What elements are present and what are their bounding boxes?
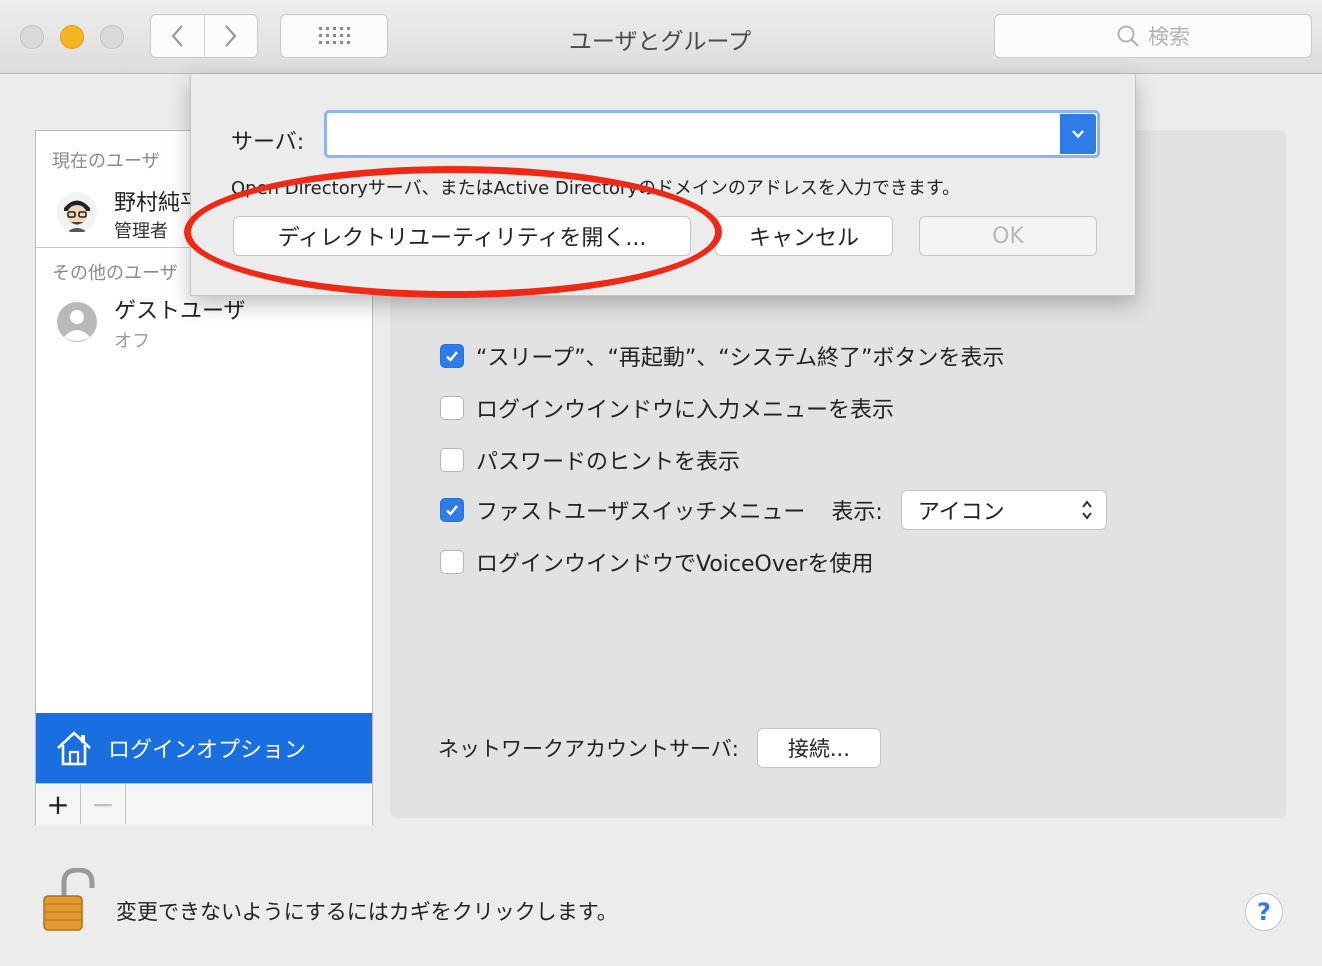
- lock-message: 変更できないようにするにはカギをクリックします。: [116, 900, 618, 924]
- display-style-value: アイコン: [917, 500, 1005, 525]
- unlocked-padlock-icon: [43, 867, 95, 931]
- guest-user-status: オフ: [114, 331, 150, 352]
- server-dropdown-button[interactable]: [1060, 114, 1096, 154]
- help-button[interactable]: ?: [1245, 893, 1283, 931]
- display-label: 表示:: [831, 500, 883, 525]
- server-combobox[interactable]: [324, 110, 1100, 158]
- remove-user-button[interactable]: −: [81, 784, 126, 824]
- checkbox-label: ファストユーザスイッチメニュー: [476, 500, 806, 525]
- checkbox-checked[interactable]: [440, 344, 464, 368]
- sidebar-toolbar: + −: [36, 783, 372, 825]
- server-input[interactable]: [331, 115, 1055, 155]
- checkbox-label: “スリープ”、“再起動”、“システム終了”ボタンを表示: [476, 346, 1005, 371]
- zoom-window-button[interactable]: [100, 25, 124, 49]
- current-user-role: 管理者: [114, 221, 168, 242]
- highlight-ring: [184, 166, 722, 298]
- connect-button[interactable]: 接続...: [756, 728, 881, 768]
- checkbox-row-fast-user-switching[interactable]: ファストユーザスイッチメニュー 表示: アイコン: [440, 490, 1107, 530]
- back-button[interactable]: [151, 15, 205, 57]
- checkmark-icon: [446, 505, 458, 516]
- house-icon: [57, 731, 91, 766]
- minimize-window-button[interactable]: [60, 25, 84, 49]
- checkbox-unchecked[interactable]: [440, 396, 464, 420]
- display-style-popup[interactable]: アイコン: [900, 490, 1107, 530]
- search-placeholder: 検索: [1148, 25, 1190, 49]
- user-avatar: [57, 192, 97, 232]
- current-user-name: 野村純平: [114, 191, 203, 216]
- sidebar-item-login-options[interactable]: ログインオプション: [36, 713, 372, 783]
- cancel-button[interactable]: キャンセル: [715, 216, 893, 256]
- add-user-button[interactable]: +: [36, 784, 81, 824]
- forward-button[interactable]: [205, 15, 258, 57]
- network-account-server-row: ネットワークアカウントサーバ: 接続...: [438, 728, 881, 768]
- checkbox-row-input-menu[interactable]: ログインウインドウに入力メニューを表示: [440, 392, 894, 424]
- chevron-left-icon: [171, 25, 184, 47]
- lock-button[interactable]: [40, 867, 96, 936]
- search-field[interactable]: 検索: [994, 14, 1312, 58]
- server-label: サーバ:: [231, 130, 305, 155]
- chevron-right-icon: [224, 25, 237, 47]
- checkbox-row-voiceover[interactable]: ログインウインドウでVoiceOverを使用: [440, 546, 873, 578]
- checkbox-unchecked[interactable]: [440, 550, 464, 574]
- grid-icon: [319, 27, 350, 44]
- login-options-label: ログインオプション: [108, 738, 307, 763]
- history-nav: [150, 14, 258, 58]
- checkbox-label: パスワードのヒントを表示: [476, 450, 741, 475]
- sidebar-item-guest-user[interactable]: ゲストユーザ オフ: [36, 291, 372, 355]
- guest-user-name: ゲストユーザ: [114, 299, 246, 324]
- checkbox-label: ログインウインドウに入力メニューを表示: [476, 398, 895, 423]
- search-icon: [1117, 25, 1139, 47]
- ok-button[interactable]: OK: [919, 216, 1097, 256]
- title-bar: ユーザとグループ 検索: [0, 0, 1322, 74]
- network-account-server-label: ネットワークアカウントサーバ:: [438, 737, 739, 761]
- checkbox-label: ログインウインドウでVoiceOverを使用: [476, 552, 874, 577]
- checkmark-icon: [446, 351, 458, 362]
- updown-chevron-icon: [1081, 500, 1092, 520]
- checkbox-checked[interactable]: [440, 498, 464, 522]
- checkbox-row-password-hints[interactable]: パスワードのヒントを表示: [440, 444, 740, 476]
- guest-avatar-icon: [57, 302, 97, 342]
- chevron-down-icon: [1072, 130, 1084, 139]
- other-users-header: その他のユーザ: [52, 263, 178, 284]
- checkbox-row-show-buttons[interactable]: “スリープ”、“再起動”、“システム終了”ボタンを表示: [440, 340, 1004, 372]
- checkbox-unchecked[interactable]: [440, 448, 464, 472]
- window-title: ユーザとグループ: [568, 29, 752, 55]
- show-all-button[interactable]: [280, 14, 388, 58]
- current-users-header: 現在のユーザ: [52, 151, 160, 172]
- close-window-button[interactable]: [20, 25, 44, 49]
